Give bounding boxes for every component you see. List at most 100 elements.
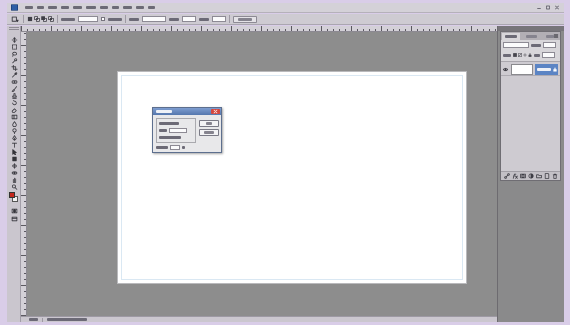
option-field[interactable] — [182, 16, 196, 22]
hand-tool-icon[interactable] — [7, 176, 21, 183]
fill-field[interactable] — [542, 52, 555, 58]
dialog-option-label — [159, 136, 181, 139]
option-label — [169, 17, 179, 21]
intersect-selection-icon[interactable] — [48, 16, 54, 22]
document-workspace[interactable] — [27, 32, 497, 316]
close-icon[interactable] — [211, 109, 220, 114]
lock-all-icon[interactable] — [528, 53, 532, 57]
panel-grip[interactable] — [9, 27, 19, 30]
link-layers-icon[interactable] — [504, 173, 510, 179]
path-selection-tool-icon[interactable] — [7, 148, 21, 155]
panel-tab[interactable] — [523, 33, 540, 40]
type-tool-icon[interactable] — [7, 141, 21, 148]
option-checkbox[interactable] — [101, 17, 105, 21]
lock-label — [503, 53, 511, 57]
menu-item[interactable] — [148, 6, 155, 9]
icon-glyph — [513, 53, 517, 57]
eyedropper-tool-icon[interactable] — [7, 71, 21, 78]
layer-style-icon[interactable] — [512, 173, 518, 179]
menu-item[interactable] — [123, 6, 132, 9]
option-label — [129, 17, 139, 21]
clone-stamp-tool-icon[interactable] — [7, 92, 21, 99]
3d-rotate-tool-icon[interactable] — [7, 162, 21, 169]
icon-glyph — [544, 173, 550, 179]
menu-item[interactable] — [86, 6, 96, 9]
icon-glyph — [10, 64, 18, 71]
lock-pixels-icon[interactable] — [518, 53, 522, 57]
tools-panel — [7, 26, 21, 322]
pen-tool-icon[interactable] — [7, 134, 21, 141]
layer-row[interactable] — [501, 63, 560, 76]
shape-tool-icon[interactable] — [7, 155, 21, 162]
brush-tool-icon[interactable] — [7, 85, 21, 92]
visibility-eye-icon[interactable] — [502, 67, 509, 72]
new-layer-icon[interactable] — [544, 173, 550, 179]
spot-healing-tool-icon[interactable] — [7, 78, 21, 85]
icon-glyph — [502, 67, 509, 72]
lock-position-icon[interactable] — [523, 53, 527, 57]
opacity-field[interactable] — [543, 42, 556, 48]
panel-menu-icon[interactable] — [553, 33, 559, 39]
option-field[interactable] — [212, 16, 226, 22]
document-canvas[interactable] — [118, 72, 466, 283]
marquee-tool-icon[interactable] — [7, 43, 21, 50]
quick-mask-icon[interactable] — [7, 207, 21, 215]
new-group-icon[interactable] — [536, 173, 542, 179]
layers-panel-footer — [501, 171, 560, 180]
quick-selection-tool-icon[interactable] — [7, 57, 21, 64]
lock-transparency-icon[interactable] — [513, 53, 517, 57]
options-bar — [7, 14, 564, 25]
blend-mode-dropdown[interactable] — [503, 42, 529, 48]
dodge-tool-icon[interactable] — [7, 127, 21, 134]
panel-tab-active[interactable] — [502, 32, 520, 40]
dialog-primary-button[interactable] — [199, 120, 219, 127]
menu-item[interactable] — [25, 6, 33, 9]
minimize-icon[interactable] — [536, 5, 542, 10]
tool-preset-icon[interactable] — [10, 16, 20, 23]
option-button[interactable] — [233, 15, 257, 23]
close-icon[interactable] — [554, 5, 560, 10]
dialog-title-bar[interactable] — [153, 108, 221, 115]
option-dropdown[interactable] — [142, 16, 166, 22]
screen-mode-icon[interactable] — [7, 215, 21, 223]
option-field[interactable] — [78, 16, 98, 22]
layer-thumbnail[interactable] — [511, 64, 533, 75]
document-info[interactable] — [47, 318, 87, 321]
zoom-level[interactable] — [29, 318, 38, 321]
menu-item[interactable] — [48, 6, 57, 9]
history-brush-tool-icon[interactable] — [7, 99, 21, 106]
maximize-icon[interactable] — [545, 5, 551, 10]
layer-list — [501, 61, 560, 171]
panel-tabs — [501, 32, 560, 40]
adjustment-layer-icon[interactable] — [528, 173, 534, 179]
dialog-option-dropdown[interactable] — [169, 128, 187, 133]
move-tool-icon[interactable] — [7, 36, 21, 43]
icon-glyph — [528, 173, 534, 179]
dialog-secondary-button[interactable] — [199, 129, 219, 136]
menu-item[interactable] — [37, 6, 44, 9]
eraser-tool-icon[interactable] — [7, 106, 21, 113]
menu-item[interactable] — [136, 6, 144, 9]
gradient-tool-icon[interactable] — [7, 113, 21, 120]
dialog — [152, 107, 222, 153]
foreground-color-swatch[interactable] — [9, 192, 15, 198]
delete-layer-icon[interactable] — [552, 173, 558, 179]
layer-name[interactable] — [535, 64, 558, 75]
menu-item[interactable] — [100, 6, 108, 9]
add-to-selection-icon[interactable] — [34, 16, 40, 22]
menu-item[interactable] — [61, 6, 69, 9]
new-selection-icon[interactable] — [27, 16, 33, 22]
icon-glyph — [11, 85, 17, 92]
menu-item[interactable] — [112, 6, 119, 9]
blur-tool-icon[interactable] — [7, 120, 21, 127]
layer-mask-icon[interactable] — [520, 173, 526, 179]
3d-orbit-tool-icon[interactable] — [7, 169, 21, 176]
icon-glyph — [11, 36, 17, 43]
icon-glyph — [537, 8, 541, 9]
menu-item[interactable] — [73, 6, 82, 9]
crop-tool-icon[interactable] — [7, 64, 21, 71]
dialog-value-field[interactable] — [170, 145, 180, 150]
zoom-tool-icon[interactable] — [7, 183, 21, 190]
lasso-tool-icon[interactable] — [7, 50, 21, 57]
subtract-from-selection-icon[interactable] — [41, 16, 47, 22]
